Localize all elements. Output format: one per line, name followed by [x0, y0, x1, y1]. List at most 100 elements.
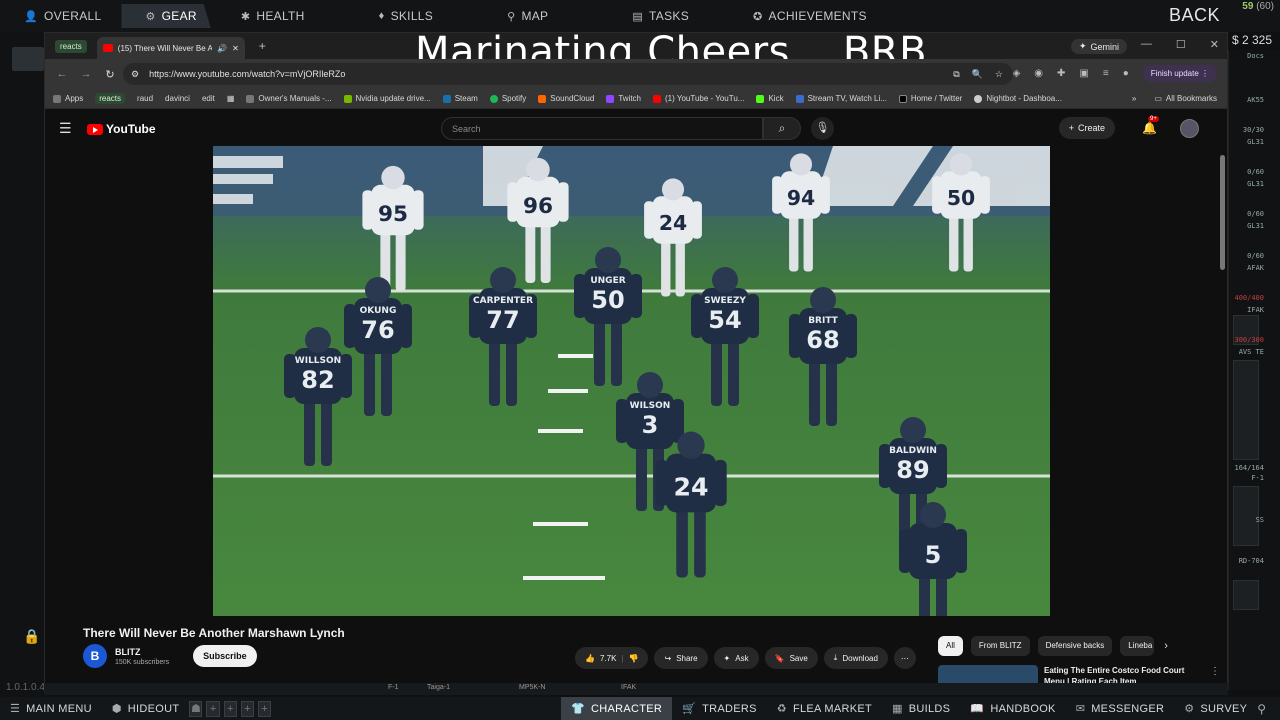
plus-icon[interactable]: + [257, 700, 271, 717]
all-bookmarks[interactable]: » ▭ All Bookmarks [1132, 94, 1217, 103]
search-input[interactable]: Search [441, 117, 763, 140]
bookmark-folder-raud[interactable]: raud [137, 94, 153, 103]
puzzle-icon[interactable]: ✚ [1057, 68, 1065, 79]
quick-slot-icon[interactable]: ☗ [189, 700, 203, 717]
tab-map[interactable]: ⚲ MAP [483, 4, 562, 28]
search-button[interactable]: ⌕ [763, 117, 801, 140]
star-icon[interactable]: ☆ [995, 69, 1003, 80]
inventory-tile[interactable] [12, 47, 44, 71]
bookmark-apps[interactable]: Apps [53, 94, 83, 103]
forward-arrow-icon[interactable]: → [79, 68, 93, 80]
messenger-button[interactable]: ✉ MESSENGER [1066, 697, 1175, 720]
bookmark-item[interactable]: Stream TV, Watch Li... [795, 94, 887, 103]
quick-slot[interactable]: Taiga-1 [427, 684, 450, 691]
notifications-button[interactable]: 🔔 9+ [1142, 116, 1159, 135]
close-tab-icon[interactable]: ✕ [232, 44, 239, 53]
tab-achievements[interactable]: ✪ ACHIEVEMENTS [729, 4, 881, 28]
gemini-button[interactable]: ✦ Gemini [1070, 39, 1127, 54]
video-player[interactable]: 95 96 24 94 50 76 OKUNG 77 CARPENTER 50 UNGER 54 SWE… [213, 146, 1050, 616]
zoom-icon[interactable]: 🔍 [972, 69, 983, 80]
bookmark-folder-edit[interactable]: edit [202, 94, 215, 103]
bookmark-folder-davinci[interactable]: davinci [165, 94, 190, 103]
chip-defensive-backs[interactable]: Defensive backs [1037, 636, 1113, 656]
tab-overall[interactable]: 👤 OVERALL [0, 4, 115, 28]
main-menu-button[interactable]: ☰ MAIN MENU [0, 697, 102, 720]
tab-skills[interactable]: ♦ SKILLS [355, 4, 447, 28]
bookmark-item[interactable]: Owner's Manuals -... [246, 94, 332, 103]
download-button[interactable]: ⤓ Download [823, 647, 888, 669]
chip-all[interactable]: All [938, 636, 963, 656]
save-button[interactable]: 🔖 Save [764, 647, 818, 669]
inventory-slot[interactable] [1233, 580, 1259, 610]
bookmark-overflow-icon[interactable]: » [1132, 94, 1136, 103]
subscribe-button[interactable]: Subscribe [193, 645, 257, 667]
channel-name[interactable]: BLITZ [115, 647, 169, 657]
sidepanel-icon[interactable]: ▣ [1079, 68, 1088, 79]
scrollbar-thumb[interactable] [1220, 155, 1225, 270]
reload-icon[interactable]: ↻ [103, 68, 117, 81]
bookmark-item[interactable]: SoundCloud [538, 94, 594, 103]
lock-icon[interactable]: 🔒 [23, 628, 40, 646]
media-icon[interactable]: ≡ [1103, 68, 1109, 79]
bookmark-folder-reacts[interactable]: reacts [95, 93, 126, 104]
quick-slot[interactable]: F-1 [388, 684, 399, 691]
bookmark-item[interactable]: Kick [756, 94, 784, 103]
hideout-button[interactable]: ⬢ HIDEOUT [102, 697, 190, 720]
like-button[interactable]: 👍 7.7K | 👎 [575, 647, 649, 669]
voice-search-button[interactable]: 🎙 [811, 117, 834, 140]
dislike-icon[interactable]: 👎 [629, 654, 639, 663]
site-info-icon[interactable]: ⚙ [131, 69, 139, 80]
new-tab-button[interactable]: + [259, 39, 266, 53]
youtube-logo[interactable]: YouTube [87, 122, 156, 136]
more-icon[interactable]: ⋮ [1210, 666, 1220, 677]
extension-icon[interactable]: ◉ [1034, 68, 1043, 79]
account-avatar[interactable] [1180, 119, 1199, 138]
speaker-icon[interactable]: 🔊 [217, 44, 227, 53]
hamburger-menu-icon[interactable]: ☰ [59, 120, 72, 137]
minimize-icon[interactable]: — [1141, 38, 1152, 51]
ask-button[interactable]: ✦ Ask [713, 647, 759, 669]
channel-avatar[interactable]: B [83, 644, 107, 668]
back-arrow-icon[interactable]: ← [55, 68, 69, 80]
chevron-right-icon[interactable]: › [1164, 640, 1168, 652]
character-button[interactable]: 👕 CHARACTER [560, 697, 673, 720]
inventory-slot[interactable] [1233, 360, 1259, 460]
flea-market-button[interactable]: ♻ FLEA MARKET [767, 697, 882, 720]
chip-linebackers[interactable]: Lineba [1120, 636, 1155, 656]
plus-icon[interactable]: + [240, 700, 254, 717]
tab-tasks[interactable]: ▤ TASKS [608, 4, 703, 28]
tab-group-label[interactable]: reacts [55, 39, 87, 53]
bookmark-item[interactable]: Nightbot - Dashboa... [974, 94, 1062, 103]
bookmark-item[interactable]: Nvidia update drive... [343, 94, 431, 103]
address-bar[interactable]: ⚙ https://www.youtube.com/watch?v=mVjORI… [123, 63, 1013, 85]
builds-label: BUILDS [908, 702, 951, 715]
bookmark-item[interactable]: Spotify [489, 94, 526, 103]
plus-icon[interactable]: + [223, 700, 237, 717]
quick-slot[interactable]: IFAK [621, 684, 636, 691]
extension-icon[interactable]: ◈ [1013, 68, 1021, 79]
install-icon[interactable]: ⧉ [953, 69, 959, 80]
share-button[interactable]: ↪ Share [654, 647, 708, 669]
browser-tab[interactable]: (15) There Will Never Be An 🔊 ✕ [96, 37, 245, 59]
bookmark-item[interactable]: Steam [442, 94, 478, 103]
traders-button[interactable]: 🛒 TRADERS [672, 697, 767, 720]
finish-update-button[interactable]: Finish update ⋮ [1142, 65, 1217, 82]
close-window-icon[interactable]: ✕ [1210, 38, 1219, 51]
create-button[interactable]: + Create [1058, 117, 1115, 139]
bookmark-item[interactable]: Home / Twitter [898, 94, 962, 103]
survey-button[interactable]: ⚙ SURVEY [1174, 697, 1257, 720]
bookmark-item[interactable]: (1) YouTube - YouTu... [653, 94, 744, 103]
bookmark-grid-icon[interactable]: ▦ [227, 94, 235, 103]
chip-from-blitz[interactable]: From BLITZ [970, 636, 1030, 656]
more-actions-button[interactable]: ⋯ [893, 647, 916, 669]
profile-icon[interactable]: ● [1123, 68, 1129, 79]
bookmark-item[interactable]: Twitch [606, 94, 641, 103]
quick-slot[interactable]: MP5K-N [519, 684, 545, 691]
tab-gear[interactable]: ⚙ GEAR [121, 4, 211, 28]
plus-icon[interactable]: + [206, 700, 220, 717]
maximize-icon[interactable]: ☐ [1176, 38, 1186, 51]
back-button[interactable]: BACK [1169, 5, 1220, 26]
handbook-button[interactable]: 📖 HANDBOOK [960, 697, 1065, 720]
tab-health[interactable]: ✱ HEALTH [217, 4, 319, 28]
builds-button[interactable]: ▦ BUILDS [882, 697, 960, 720]
